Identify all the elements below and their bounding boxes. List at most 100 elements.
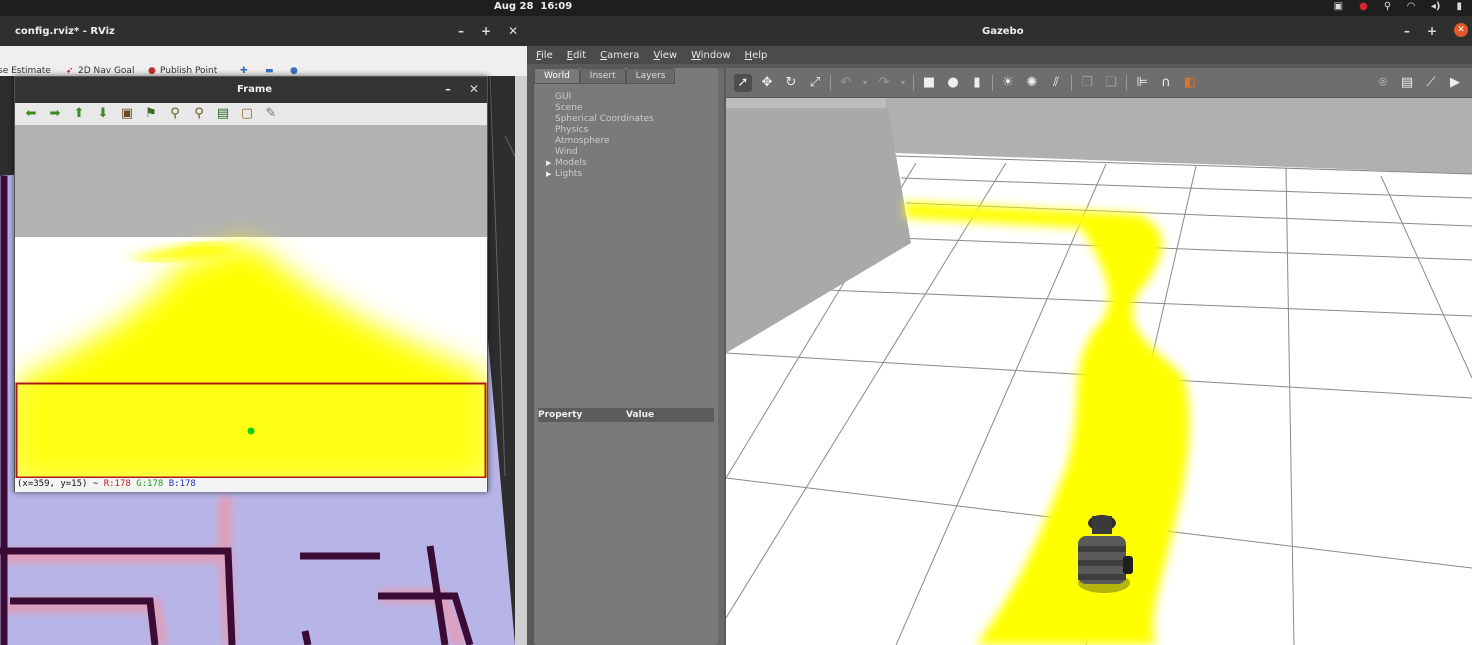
arrow-down-icon[interactable]: ⬇ bbox=[93, 106, 113, 122]
cylinder-shape-icon[interactable]: ▮ bbox=[968, 74, 986, 92]
pixel-coords: (x=359, y=15) ~ bbox=[17, 479, 104, 489]
log-data-icon[interactable]: ▤ bbox=[1398, 74, 1416, 92]
sphere-shape-icon[interactable]: ● bbox=[944, 74, 962, 92]
pixel-b: B:178 bbox=[168, 479, 196, 489]
select-mode-icon[interactable]: ➚ bbox=[734, 73, 752, 92]
publish-point-icon[interactable]: ● bbox=[148, 66, 156, 76]
tree-item-physics[interactable]: Physics bbox=[546, 125, 654, 136]
redo-dropdown-icon[interactable]: ▾ bbox=[899, 74, 907, 92]
plot-icon[interactable]: ⟋ bbox=[1422, 74, 1440, 92]
fit-icon[interactable]: ⚑ bbox=[141, 106, 161, 122]
close-icon[interactable]: ✕ bbox=[469, 82, 479, 96]
box-shape-icon[interactable]: ■ bbox=[920, 74, 938, 92]
volume-icon[interactable]: ◂) bbox=[1431, 1, 1441, 12]
record-indicator-icon[interactable]: ● bbox=[1359, 1, 1368, 12]
add-tool-icon[interactable]: ✚ bbox=[240, 66, 248, 76]
frame-status-bar: (x=359, y=15) ~ R:178 G:178 B:178 bbox=[15, 478, 487, 492]
minimize-icon[interactable]: – bbox=[458, 24, 464, 38]
battery-icon[interactable]: ▮ bbox=[1456, 1, 1462, 12]
video-record-icon[interactable]: ▶ bbox=[1446, 74, 1464, 92]
tree-item-models[interactable]: ▶ Models bbox=[546, 158, 654, 169]
gazebo-window: Gazebo – + ✕ File Edit Camera View Windo… bbox=[527, 16, 1472, 645]
copy-icon[interactable]: ❐ bbox=[1078, 74, 1096, 92]
close-icon[interactable]: ✕ bbox=[1454, 23, 1469, 37]
clock[interactable]: Aug 28 16:09 bbox=[494, 1, 572, 12]
publish-point-tool[interactable]: Publish Point bbox=[160, 66, 217, 76]
rotate-mode-icon[interactable]: ↻ bbox=[782, 74, 800, 92]
network-applet-icon[interactable]: ▣ bbox=[1334, 1, 1343, 12]
rviz-splitter[interactable] bbox=[515, 76, 527, 645]
frame-titlebar[interactable]: Frame – ✕ bbox=[15, 77, 487, 103]
image-icon[interactable]: ▣ bbox=[117, 106, 137, 122]
gazebo-window-controls: – + ✕ bbox=[1404, 23, 1469, 38]
frame-window: Frame – ✕ ⬅ ➡ ⬆ ⬇ ▣ ⚑ ⚲ ⚲ ▤ ▢ ✎ (x=359, … bbox=[14, 76, 488, 492]
translate-mode-icon[interactable]: ✥ bbox=[758, 74, 776, 92]
nav-goal-tool[interactable]: 2D Nav Goal bbox=[78, 66, 134, 76]
pixel-r: R:178 bbox=[103, 479, 131, 489]
zoom-in-icon[interactable]: ⚲ bbox=[165, 106, 185, 122]
tree-item-gui[interactable]: GUI bbox=[546, 92, 654, 103]
scale-mode-icon[interactable]: ⤢ bbox=[806, 74, 824, 92]
remove-tool-icon[interactable]: ▬ bbox=[265, 66, 274, 76]
sound-input-icon[interactable]: ⚲ bbox=[1384, 1, 1391, 12]
pixel-g: G:178 bbox=[136, 479, 164, 489]
undo-dropdown-icon[interactable]: ▾ bbox=[861, 74, 869, 92]
wifi-icon[interactable]: ◠ bbox=[1407, 1, 1415, 12]
snap-icon[interactable]: ∩ bbox=[1157, 74, 1175, 92]
centroid-dot bbox=[247, 427, 255, 435]
rviz-titlebar[interactable]: config.rviz* - RViz – + ✕ bbox=[0, 16, 527, 46]
tree-item-atmosphere[interactable]: Atmosphere bbox=[546, 136, 654, 147]
tab-layers[interactable]: Layers bbox=[625, 68, 676, 84]
copy-icon[interactable]: ▢ bbox=[237, 106, 257, 122]
tree-item-scene[interactable]: Scene bbox=[546, 103, 654, 114]
tree-item-lights[interactable]: ▶ Lights bbox=[546, 169, 654, 180]
system-top-bar: Aug 28 16:09 ▣ ● ⚲ ◠ ◂) ▮ bbox=[0, 0, 1472, 16]
undo-icon[interactable]: ↶ bbox=[837, 74, 855, 92]
tree-item-wind[interactable]: Wind bbox=[546, 147, 654, 158]
menu-camera[interactable]: Camera bbox=[600, 50, 639, 61]
menu-edit[interactable]: Edit bbox=[567, 50, 586, 61]
minimize-icon[interactable]: – bbox=[1404, 24, 1410, 38]
arrow-right-icon[interactable]: ➡ bbox=[45, 106, 65, 122]
menu-file[interactable]: File bbox=[536, 50, 553, 61]
gazebo-tabs: World Insert Layers bbox=[534, 68, 676, 84]
paste-icon[interactable]: ❏ bbox=[1102, 74, 1120, 92]
screenshot-icon[interactable]: ⌾ bbox=[1374, 74, 1392, 92]
arrow-up-icon[interactable]: ⬆ bbox=[69, 106, 89, 122]
zoom-out-icon[interactable]: ⚲ bbox=[189, 106, 209, 122]
menu-view[interactable]: View bbox=[653, 50, 677, 61]
system-tray[interactable]: ▣ ● ⚲ ◠ ◂) ▮ bbox=[1334, 1, 1462, 12]
change-view-icon[interactable]: ◧ bbox=[1181, 74, 1199, 92]
spot-light-icon[interactable]: ✺ bbox=[1023, 74, 1041, 92]
gazebo-titlebar[interactable]: Gazebo – + ✕ bbox=[527, 16, 1472, 46]
frame-title: Frame bbox=[237, 84, 273, 95]
value-column-header: Value bbox=[626, 410, 655, 420]
gazebo-splitter[interactable] bbox=[718, 68, 724, 645]
properties-icon[interactable]: ✎ bbox=[261, 106, 281, 122]
save-icon[interactable]: ▤ bbox=[213, 106, 233, 122]
rviz-toolbar: se Estimate ➹ 2D Nav Goal ● Publish Poin… bbox=[0, 46, 527, 76]
camera-frame-canvas bbox=[15, 125, 487, 478]
menu-help[interactable]: Help bbox=[745, 50, 768, 61]
point-light-icon[interactable]: ☀ bbox=[999, 74, 1017, 92]
nav-goal-icon[interactable]: ➹ bbox=[66, 66, 74, 76]
tool-properties-icon[interactable]: ● bbox=[290, 66, 298, 76]
tab-insert[interactable]: Insert bbox=[579, 68, 626, 84]
close-icon[interactable]: ✕ bbox=[508, 24, 518, 38]
pose-estimate-tool[interactable]: se Estimate bbox=[0, 66, 51, 76]
maximize-icon[interactable]: + bbox=[1427, 24, 1437, 38]
maximize-icon[interactable]: + bbox=[481, 24, 491, 38]
gazebo-3d-viewport[interactable] bbox=[726, 98, 1472, 645]
tab-world[interactable]: World bbox=[534, 68, 580, 84]
redo-icon[interactable]: ↷ bbox=[875, 74, 893, 92]
directional-light-icon[interactable]: ⫽ bbox=[1047, 74, 1065, 92]
menu-window[interactable]: Window bbox=[691, 50, 730, 61]
world-tree: GUI Scene Spherical Coordinates Physics … bbox=[546, 92, 654, 180]
align-icon[interactable]: ⊫ bbox=[1133, 74, 1151, 92]
arrow-left-icon[interactable]: ⬅ bbox=[21, 106, 41, 122]
tree-item-spherical-coordinates[interactable]: Spherical Coordinates bbox=[546, 114, 654, 125]
rviz-title: config.rviz* - RViz bbox=[15, 26, 115, 37]
camera-frame-image[interactable] bbox=[15, 125, 487, 478]
gazebo-left-panel: World Insert Layers GUI Scene Spherical … bbox=[534, 68, 718, 645]
minimize-icon[interactable]: – bbox=[445, 82, 451, 96]
